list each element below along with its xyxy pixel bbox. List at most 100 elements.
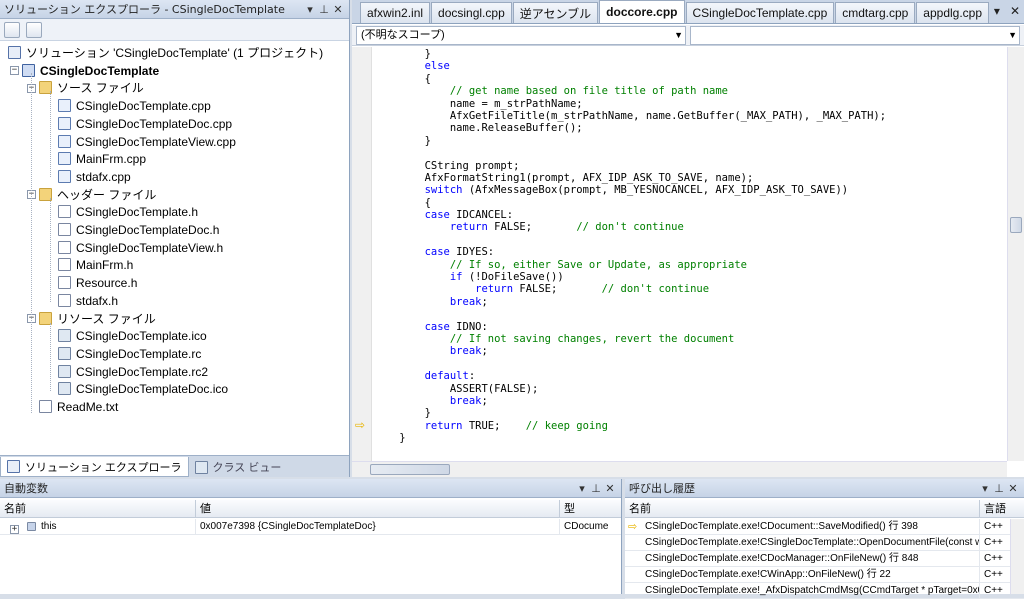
vertical-scrollbar[interactable] (1007, 47, 1024, 461)
column-name[interactable]: 名前 (0, 500, 196, 518)
code-line: // If so, either Save or Update, as appr… (374, 259, 1006, 271)
tab-appdlg-cpp[interactable]: appdlg.cpp (916, 2, 990, 23)
dropdown-icon[interactable]: ▾ (303, 3, 317, 16)
callstack-scrollbar[interactable] (1010, 519, 1024, 594)
expand-icon[interactable]: + (10, 525, 19, 534)
tab-list-dropdown-icon[interactable]: ▾ (994, 4, 1000, 18)
code-line: default: (374, 370, 1006, 382)
tab-cmdtarg-cpp[interactable]: cmdtarg.cpp (835, 2, 916, 23)
file-icon (58, 205, 71, 219)
close-icon[interactable]: ✕ (1006, 482, 1020, 495)
column-type[interactable]: 型 (560, 500, 622, 518)
code-area[interactable]: } else { // get name based on file title… (374, 47, 1006, 461)
file-icon (58, 382, 71, 396)
tab-controls: ▾ ✕ (994, 4, 1020, 18)
tree-file[interactable]: CSingleDocTemplate.rc (58, 345, 201, 363)
tree-file[interactable]: CSingleDocTemplateDoc.ico (58, 380, 228, 398)
callstack-lang-cell: C++ (984, 537, 1003, 548)
column-value[interactable]: 値 (196, 500, 560, 518)
tree-file[interactable]: CSingleDocTemplate.cpp (58, 97, 211, 115)
scope-bar: (不明なスコープ) ▼ ▼ (352, 25, 1024, 46)
tree-file[interactable]: MainFrm.cpp (58, 150, 146, 168)
tree-label: ヘッダー ファイル (57, 187, 157, 202)
code-editor: afxwin2.inl docsingl.cpp 逆アセンブル doccore.cpp… (352, 0, 1024, 477)
solution-explorer-tabs: ソリューション エクスプローラ クラス ビュー (0, 455, 349, 477)
callstack-lang-cell: C++ (984, 569, 1003, 580)
callstack-row[interactable]: CSingleDocTemplate.exe!CWinApp::OnFileNe… (625, 567, 1024, 583)
tree-project[interactable]: CSingleDocTemplate (22, 62, 159, 80)
tree-label: CSingleDocTemplate (40, 63, 160, 78)
horizontal-scrollbar[interactable] (352, 461, 1007, 477)
tree-file[interactable]: CSingleDocTemplateView.cpp (58, 133, 236, 151)
column-language[interactable]: 言語 (980, 500, 1024, 518)
tree-folder-header[interactable]: ヘッダー ファイル (39, 186, 156, 204)
tree-file[interactable]: CSingleDocTemplateView.h (58, 239, 223, 257)
file-icon (58, 223, 71, 236)
code-line: } (374, 135, 1006, 147)
keyword-token: if (374, 271, 463, 284)
tree-file[interactable]: CSingleDocTemplate.h (58, 203, 198, 221)
tree-folder-source[interactable]: ソース ファイル (39, 79, 144, 97)
tree-file[interactable]: stdafx.h (58, 292, 118, 310)
tree-guide-line (50, 323, 51, 391)
tab-csingledoctemplate-cpp[interactable]: CSingleDocTemplate.cpp (685, 2, 835, 23)
column-name[interactable]: 名前 (625, 500, 980, 518)
pin-icon[interactable]: ⊥ (992, 482, 1006, 495)
tree-label: CSingleDocTemplate.cpp (76, 99, 211, 114)
comment-token: // If not saving changes, revert the doc… (374, 332, 735, 345)
callstack-row[interactable]: ⇨ CSingleDocTemplate.exe!CDocument::SaveM… (625, 519, 1024, 535)
pin-icon[interactable]: ⊥ (317, 3, 331, 16)
keyword-token: break (374, 345, 482, 358)
tab-disassembly[interactable]: 逆アセンブル (512, 2, 599, 23)
keyword-token: case (374, 246, 450, 259)
indicator-margin[interactable]: ⇨ (352, 47, 372, 461)
tree-file[interactable]: CSingleDocTemplateDoc.cpp (58, 115, 232, 133)
file-icon (58, 276, 71, 290)
autos-row[interactable]: + this 0x007e7398 {CSingleDocTemplateDoc} C… (0, 519, 621, 535)
tree-file[interactable]: MainFrm.h (58, 256, 133, 274)
properties-button[interactable] (4, 21, 20, 38)
tab-doccore-cpp[interactable]: doccore.cpp (599, 0, 685, 23)
code-token: } (374, 48, 431, 60)
tree-file[interactable]: Resource.h (58, 274, 137, 292)
tab-docsingl-cpp[interactable]: docsingl.cpp (431, 2, 512, 23)
tree-label: stdafx.h (76, 293, 119, 308)
tree-label: ソース ファイル (57, 81, 144, 96)
code-line: return FALSE; // don't continue (374, 283, 1006, 295)
callstack-lang-cell: C++ (984, 521, 1003, 532)
tree-file[interactable]: CSingleDocTemplate.rc2 (58, 363, 208, 381)
tab-solution-explorer[interactable]: ソリューション エクスプローラ (0, 457, 189, 477)
tree-file[interactable]: CSingleDocTemplateDoc.h (58, 221, 219, 239)
tree-file[interactable]: stdafx.cpp (58, 168, 131, 186)
show-all-files-button[interactable] (26, 21, 42, 38)
hscroll-thumb[interactable] (370, 464, 450, 475)
tree-file[interactable]: CSingleDocTemplate.ico (58, 327, 207, 345)
tree-folder-resource[interactable]: リソース ファイル (39, 310, 156, 328)
code-token: } (374, 407, 431, 420)
pin-icon[interactable]: ⊥ (589, 482, 603, 495)
close-icon[interactable]: ✕ (331, 3, 345, 16)
member-combo[interactable]: ▼ (690, 26, 1020, 45)
tab-afxwin2-inl[interactable]: afxwin2.inl (360, 2, 431, 23)
dropdown-icon[interactable]: ▾ (978, 482, 992, 495)
code-token: TRUE; (462, 419, 526, 432)
keyword-token: break (374, 394, 482, 407)
code-line: name = m_strPathName; (374, 98, 1006, 110)
collapse-toggle-icon[interactable]: − (10, 66, 19, 76)
callstack-row[interactable]: CSingleDocTemplate.exe!CDocManager::OnFi… (625, 551, 1024, 567)
code-line: break; (374, 345, 1006, 357)
tree-solution[interactable]: ソリューション 'CSingleDocTemplate' (1 プロジェクト) (8, 44, 323, 62)
callstack-row[interactable]: CSingleDocTemplate.exe!_AfxDispatchCmdMs… (625, 583, 1024, 599)
scope-combo[interactable]: (不明なスコープ) ▼ (356, 26, 686, 45)
dropdown-icon[interactable]: ▾ (575, 482, 589, 495)
callstack-row[interactable]: CSingleDocTemplate.exe!CSingleDocTemplat… (625, 535, 1024, 551)
tab-class-view[interactable]: クラス ビュー (189, 457, 288, 477)
close-document-icon[interactable]: ✕ (1010, 4, 1020, 18)
scroll-thumb[interactable] (1010, 217, 1022, 233)
close-icon[interactable]: ✕ (603, 482, 617, 495)
tree-file[interactable]: ReadMe.txt (39, 398, 118, 416)
code-line: // get name based on file title of path … (374, 85, 1006, 97)
code-line: return FALSE; // don't continue (374, 221, 1006, 233)
